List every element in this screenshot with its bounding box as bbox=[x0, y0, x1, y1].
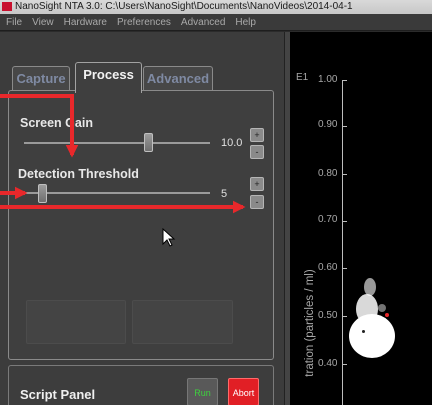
tab-process[interactable]: Process bbox=[75, 62, 142, 93]
disabled-process-button bbox=[26, 300, 126, 344]
concentration-plot: E1 1.00 0.90 0.80 0.70 0.60 0.50 0.40 tr… bbox=[290, 32, 432, 405]
menu-file[interactable]: File bbox=[6, 17, 22, 28]
particle-dot bbox=[385, 313, 389, 317]
tab-capture[interactable]: Capture bbox=[12, 66, 70, 92]
menu-help[interactable]: Help bbox=[235, 17, 256, 28]
window-title: NanoSight NTA 3.0: C:\Users\NanoSight\Do… bbox=[15, 1, 353, 12]
y-tick-label: 0.60 bbox=[318, 262, 338, 273]
screen-gain-slider-thumb[interactable] bbox=[144, 133, 154, 152]
detection-threshold-label: Detection Threshold bbox=[18, 167, 139, 181]
y-tick-label: 0.70 bbox=[318, 214, 338, 225]
screen-gain-track[interactable] bbox=[24, 142, 210, 144]
detection-threshold-slider-thumb[interactable] bbox=[38, 184, 48, 203]
detection-threshold-increment-button[interactable]: + bbox=[250, 177, 264, 191]
y-tick-label: 1.00 bbox=[318, 74, 338, 85]
script-panel: Script Panel Run Abort bbox=[8, 365, 274, 405]
y-axis-label: tration (particles / ml) bbox=[304, 269, 316, 377]
y-tick-label: 0.90 bbox=[318, 119, 338, 130]
disabled-export-button bbox=[132, 300, 233, 344]
nanosight-app-icon bbox=[2, 2, 12, 11]
plot-y-axis bbox=[342, 80, 343, 405]
particle-cluster bbox=[364, 278, 376, 296]
y-tick-label: 0.50 bbox=[318, 310, 338, 321]
particle-cluster bbox=[378, 304, 386, 312]
detection-threshold-track[interactable] bbox=[24, 192, 210, 194]
menu-preferences[interactable]: Preferences bbox=[117, 17, 171, 28]
screen-gain-increment-button[interactable]: + bbox=[250, 128, 264, 142]
y-tick-label: 0.80 bbox=[318, 168, 338, 179]
screen-gain-decrement-button[interactable]: - bbox=[250, 145, 264, 159]
plot-corner-label: E1 bbox=[296, 72, 309, 83]
menu-bar: File View Hardware Preferences Advanced Help bbox=[0, 14, 432, 31]
particle-dot bbox=[362, 330, 365, 333]
menu-advanced[interactable]: Advanced bbox=[181, 17, 225, 28]
y-tick-mark bbox=[343, 221, 347, 222]
detection-threshold-value: 5 bbox=[221, 188, 228, 200]
y-tick-mark bbox=[343, 174, 347, 175]
mouse-pointer-icon bbox=[162, 228, 176, 247]
particle-cluster bbox=[356, 294, 378, 324]
screen-gain-label: Screen Gain bbox=[20, 116, 93, 130]
y-tick-mark bbox=[343, 316, 347, 317]
y-tick-mark bbox=[343, 268, 347, 269]
y-tick-mark bbox=[343, 80, 347, 81]
title-bar: NanoSight NTA 3.0: C:\Users\NanoSight\Do… bbox=[0, 0, 432, 14]
detection-threshold-decrement-button[interactable]: - bbox=[250, 195, 264, 209]
menu-view[interactable]: View bbox=[32, 17, 54, 28]
screen-gain-value: 10.0 bbox=[221, 137, 243, 149]
abort-button[interactable]: Abort bbox=[228, 378, 259, 405]
menu-hardware[interactable]: Hardware bbox=[64, 17, 107, 28]
run-button[interactable]: Run bbox=[187, 378, 218, 405]
y-tick-mark bbox=[343, 126, 347, 127]
tab-advanced[interactable]: Advanced bbox=[143, 66, 213, 92]
script-panel-label: Script Panel bbox=[20, 387, 96, 402]
y-tick-label: 0.40 bbox=[318, 358, 338, 369]
y-tick-mark bbox=[343, 364, 347, 365]
